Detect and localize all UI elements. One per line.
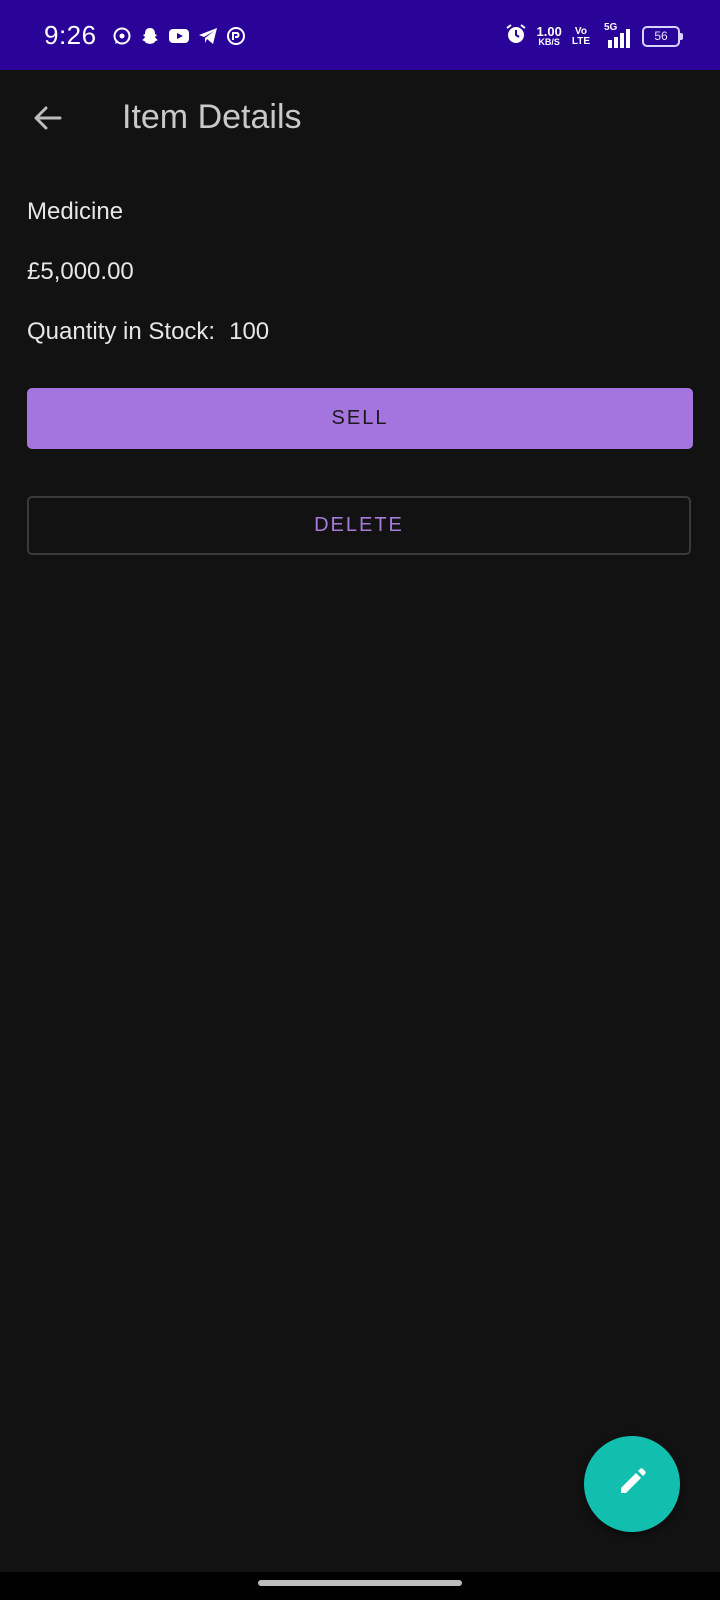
speed-unit: KB/S	[538, 36, 560, 47]
app-icon	[226, 26, 246, 46]
item-details-screen: 9:26 1.00 KB/S Vo LTE 5G 56 Item Details…	[0, 0, 720, 1600]
system-status: 1.00 KB/S Vo LTE 5G 56	[505, 22, 683, 50]
status-bar: 9:26 1.00 KB/S Vo LTE 5G 56	[0, 0, 720, 70]
status-time: 9:26	[44, 20, 97, 50]
sell-button[interactable]: SELL	[27, 388, 693, 449]
edit-pencil-icon	[615, 1465, 649, 1504]
signal-icon: 5G	[600, 22, 632, 48]
volte-indicator: Vo LTE	[571, 25, 590, 47]
alarm-icon	[505, 23, 527, 50]
volte-bottom: LTE	[571, 35, 590, 47]
page-title: Item Details	[122, 98, 302, 136]
back-button[interactable]	[20, 92, 76, 148]
telegram-icon	[198, 27, 218, 45]
home-gesture-handle[interactable]	[258, 1580, 462, 1586]
edit-fab-button[interactable]	[584, 1436, 680, 1532]
stock-value: 100	[229, 318, 270, 345]
speed-value: 1.00	[536, 23, 562, 39]
notification-icons	[112, 26, 246, 46]
network-speed: 1.00 KB/S	[536, 23, 562, 48]
item-name: Medicine	[27, 198, 124, 225]
volte-top: Vo	[574, 25, 587, 37]
navigation-bar	[0, 1572, 720, 1600]
battery-indicator: 56	[642, 26, 683, 47]
youtube-icon	[168, 27, 190, 45]
item-price: £5,000.00	[27, 258, 134, 285]
snapchat-icon	[140, 26, 160, 46]
stock-label: Quantity in Stock:	[27, 318, 216, 345]
delete-button[interactable]: DELETE	[27, 496, 691, 555]
arrow-left-icon	[32, 102, 64, 139]
whatsapp-icon	[112, 26, 132, 46]
stock-row: Quantity in Stock: 100	[27, 318, 269, 346]
app-bar: Item Details	[0, 70, 720, 170]
